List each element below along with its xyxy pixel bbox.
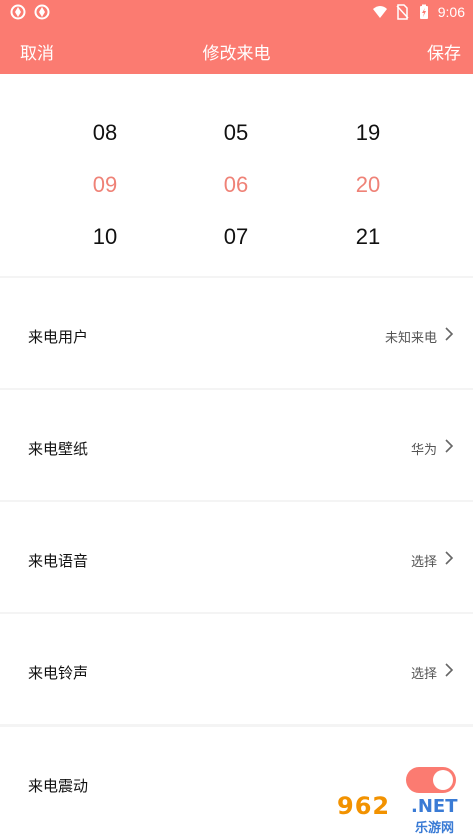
caller-value: 未知来电 [384,331,437,346]
wifi-icon [372,6,387,18]
hour-prev[interactable]: 08 [65,110,145,162]
caller-label: 来电用户 [28,328,89,346]
voice-label: 来电语音 [28,552,89,570]
watermark-site: 乐游网 [415,821,455,836]
battery-charging-icon [419,4,428,19]
hour-wheel[interactable]: 08 09 10 [65,110,145,266]
chevron-right-icon [445,439,454,453]
second-next[interactable]: 21 [328,214,408,266]
voice-value: 选择 [410,555,437,570]
ringtone-label: 来电铃声 [28,664,89,682]
time-picker: 08 09 10 05 06 07 19 20 21 [0,74,473,276]
chevron-right-icon [445,327,454,341]
ringtone-value: 选择 [410,667,437,682]
toggle-knob [433,770,453,790]
minute-selected[interactable]: 06 [196,162,276,214]
no-sim-icon [396,4,409,20]
minute-wheel[interactable]: 05 06 07 [196,110,276,266]
second-wheel[interactable]: 19 20 21 [328,110,408,266]
site-watermark: 962 .NET 乐游网 [337,790,467,836]
second-selected[interactable]: 20 [328,162,408,214]
vibration-label: 来电震动 [28,777,89,795]
wallpaper-value: 华为 [410,443,437,458]
page-title: 修改来电 [202,44,271,64]
hour-selected[interactable]: 09 [65,162,145,214]
hour-next[interactable]: 10 [65,214,145,266]
watermark-suffix: .NET [411,796,458,817]
ringtone-setting-row[interactable]: 来电铃声 选择 [0,614,473,724]
status-time: 9:06 [437,4,465,20]
wallpaper-setting-row[interactable]: 来电壁纸 华为 [0,390,473,500]
second-prev[interactable]: 19 [328,110,408,162]
app-notification-icon [10,4,26,20]
minute-prev[interactable]: 05 [196,110,276,162]
status-bar: 9:06 [0,0,473,26]
caller-setting-row[interactable]: 来电用户 未知来电 [0,278,473,388]
wallpaper-label: 来电壁纸 [28,440,89,458]
save-button[interactable]: 保存 [427,39,461,64]
voice-setting-row[interactable]: 来电语音 选择 [0,502,473,612]
app-notification-icon [34,4,50,20]
top-app-bar: 取消 修改来电 保存 [0,26,473,74]
chevron-right-icon [445,663,454,677]
chevron-right-icon [445,551,454,565]
watermark-brand: 962 [337,792,391,820]
minute-next[interactable]: 07 [196,214,276,266]
